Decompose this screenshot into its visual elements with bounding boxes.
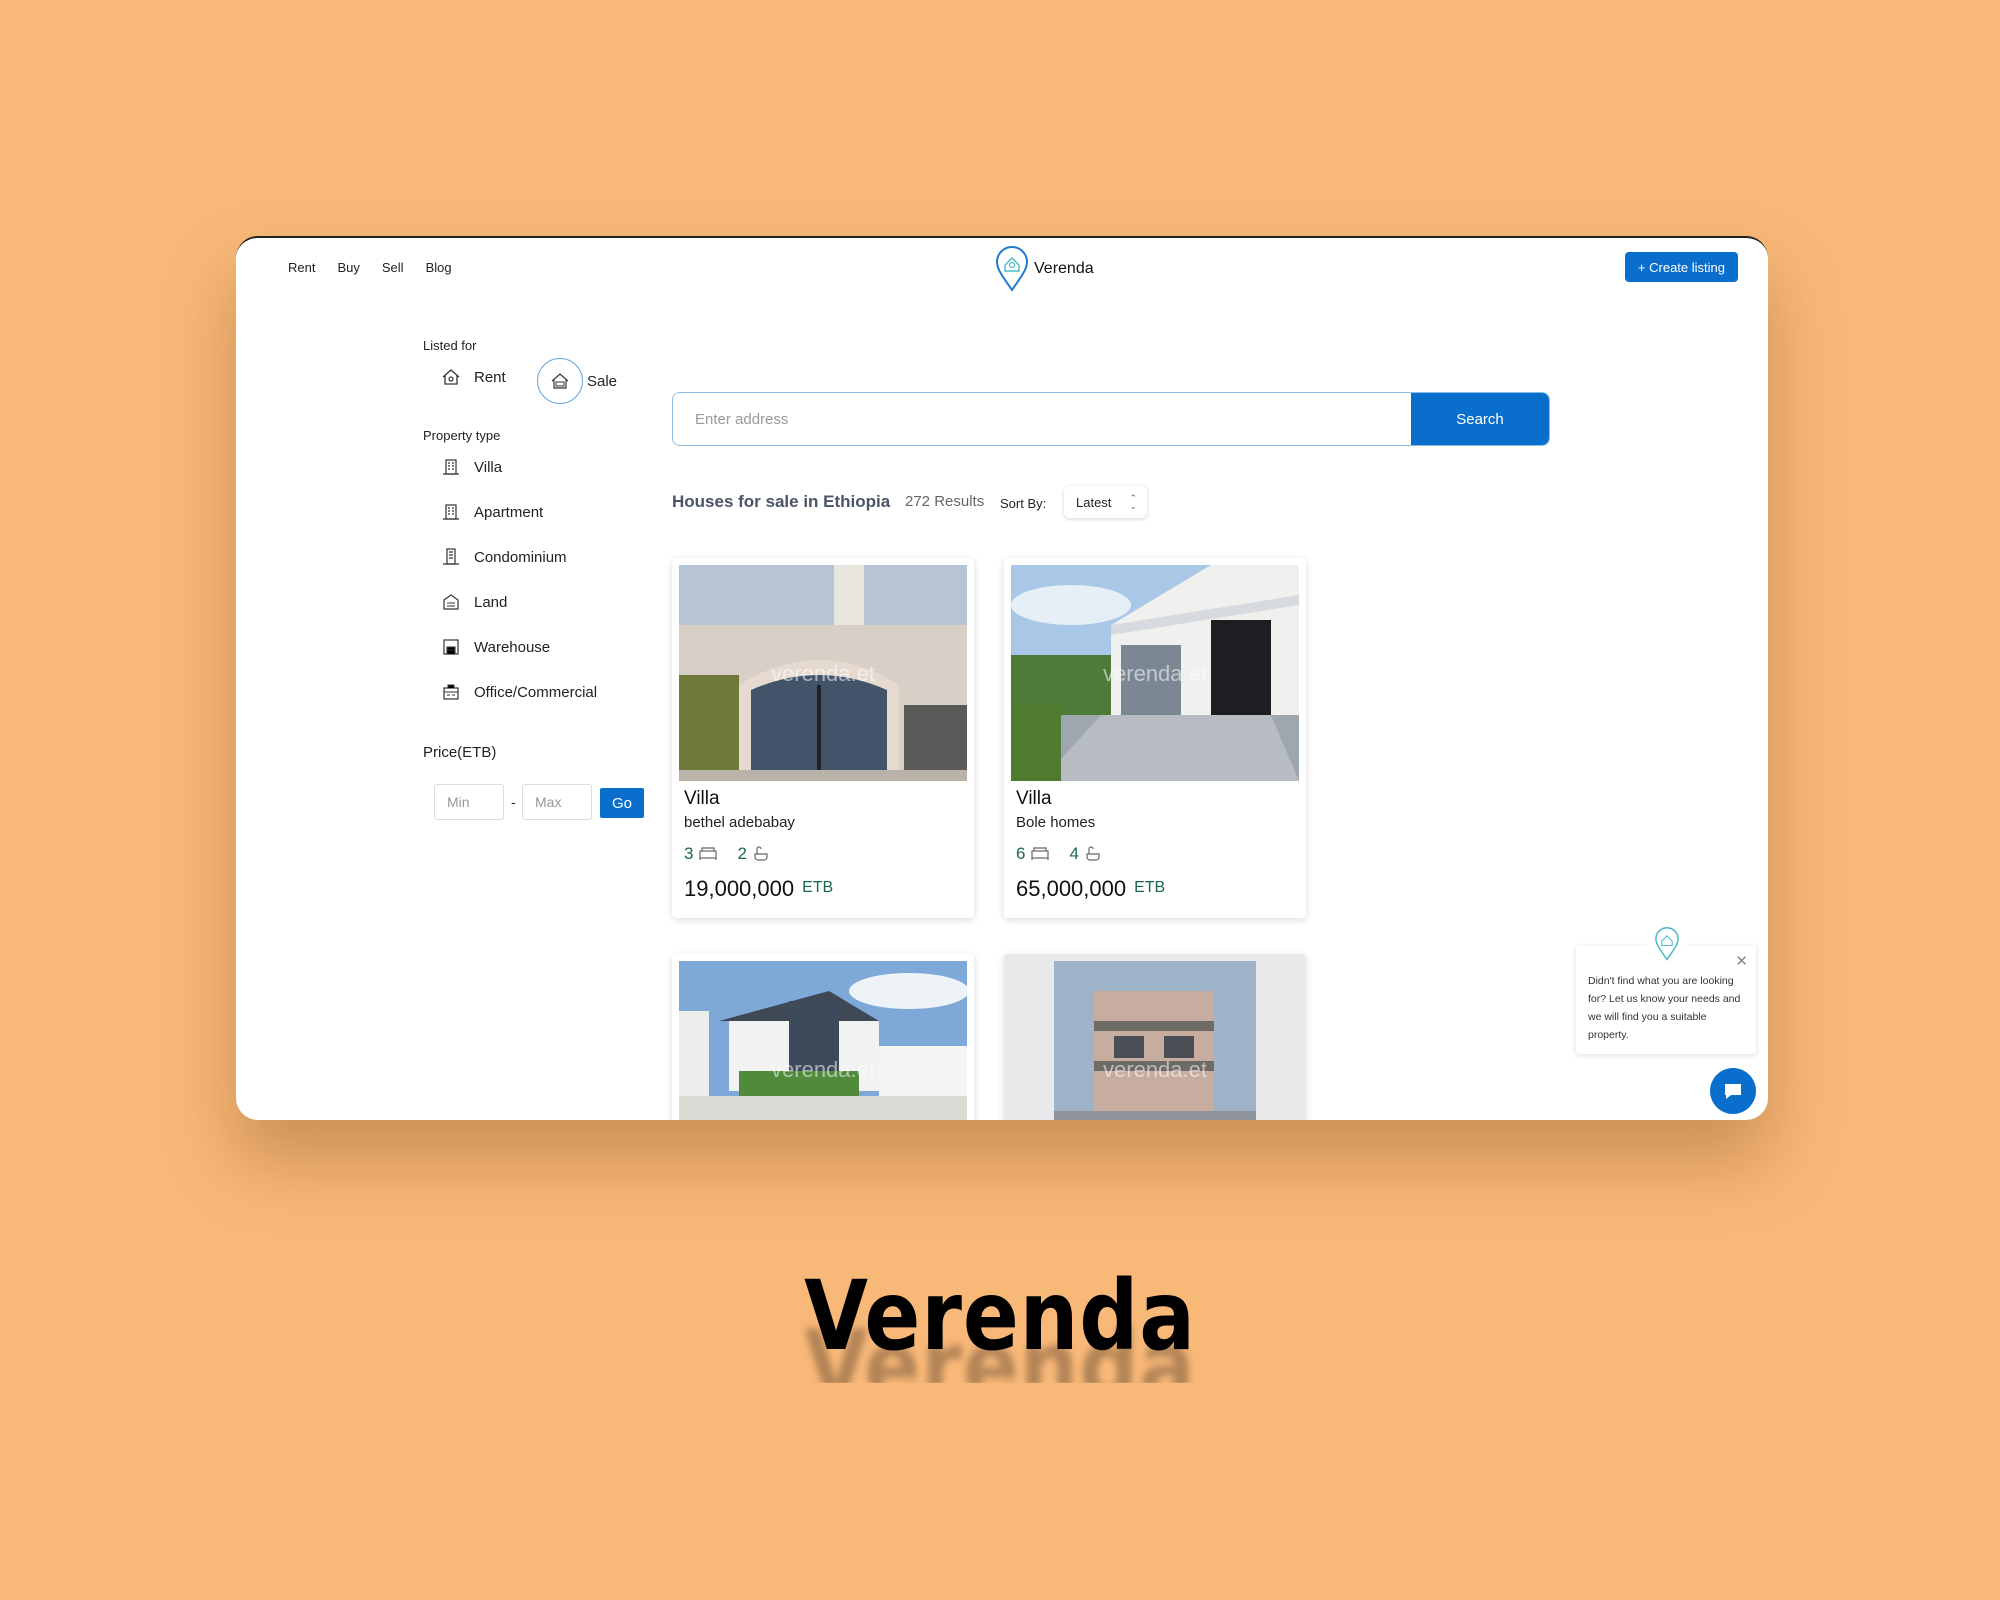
sort-by-label: Sort By: [1000,496,1047,511]
warehouse-label: Warehouse [474,638,551,656]
price-amount: 65,000,000 [1016,876,1127,901]
location-pin-logo-icon [995,246,1029,292]
listing-card[interactable]: verenda.et [1004,954,1306,1120]
create-listing-button[interactable]: + Create listing [1624,252,1738,282]
bed-count: 6 [1016,844,1026,863]
sale-option-label: Sale [587,372,618,390]
brand-logo[interactable]: Verenda [994,246,1094,292]
close-icon[interactable]: ✕ [1735,952,1748,970]
listing-card[interactable]: verenda.et Villa bethel adebabay 3 2 19,… [672,558,974,918]
listing-features: 6 4 [1016,844,1101,864]
property-type-warehouse[interactable]: Warehouse [440,636,550,658]
listing-type: Villa [1016,788,1052,809]
nav-blog-link[interactable]: Blog [426,260,452,275]
listing-card[interactable]: verenda.et Villa Bole homes 6 4 65,000,0… [1004,558,1306,918]
listing-price: 65,000,000 ETB [1016,876,1165,902]
apartment-label: Apartment [474,503,544,521]
bath-icon [1086,846,1100,861]
brand-name: Verenda [1034,260,1094,277]
listing-watermark: verenda.et [1103,1057,1207,1082]
property-type-condominium[interactable]: Condominium [440,546,567,568]
bed-icon [699,847,718,860]
results-count: 272 Results [905,493,985,510]
condominium-label: Condominium [474,548,567,566]
search-button[interactable]: Search [1411,393,1549,445]
nav-rent-link[interactable]: Rent [288,260,315,275]
apartment-icon [440,501,462,523]
min-price-input[interactable]: Min [434,784,504,820]
bed-icon [1031,847,1050,860]
sort-arrows-icon: ⌃ ⌄ [1129,493,1137,511]
property-type-office[interactable]: Office/Commercial [440,681,597,703]
listing-watermark: verenda.et [1103,661,1207,686]
villa-label: Villa [474,458,503,476]
nav-buy-link[interactable]: Buy [337,260,359,275]
listed-for-sale-option[interactable]: Sale [537,358,617,404]
land-label: Land [474,593,508,611]
listed-for-rent-option[interactable]: Rent [440,366,506,388]
bath-count: 4 [1069,844,1079,863]
listing-watermark: verenda.et [771,661,875,686]
warehouse-icon [440,636,462,658]
browser-frame: Rent Buy Sell Blog Verenda + Create list… [236,236,1768,1120]
rent-option-label: Rent [474,368,506,386]
listing-owner: Bole homes [1016,814,1096,831]
villa-icon [440,456,462,478]
nav-sell-link[interactable]: Sell [382,260,404,275]
listing-owner: bethel adebabay [684,814,795,831]
price-separator: - [511,794,516,810]
price-currency: ETB [802,879,834,896]
top-nav: Rent Buy Sell Blog [288,260,452,275]
address-search-bar: Search [672,392,1550,446]
max-price-input[interactable]: Max [522,784,592,820]
listing-photo: verenda.et [679,565,967,781]
listed-for-label: Listed for [423,338,477,353]
price-amount: 19,000,000 [684,876,795,901]
popup-logo-icon [1647,924,1687,964]
hero-title-reflection: Verenda [804,1310,1196,1422]
popup-message: Didn't find what you are looking for? Le… [1588,975,1741,1041]
price-label: Price(ETB) [423,744,497,761]
price-go-button[interactable]: Go [600,788,644,818]
listing-photo: verenda.et [1054,961,1256,1120]
sort-select[interactable]: Latest ⌃ ⌄ [1064,486,1147,518]
listing-photo: verenda.et [1011,565,1299,781]
listing-type: Villa [684,788,720,809]
property-type-villa[interactable]: Villa [440,456,502,478]
listing-watermark: verenda.et [771,1057,875,1082]
house-key-icon [440,366,462,388]
office-icon [440,681,462,703]
sort-value: Latest [1076,494,1112,510]
condominium-icon [440,546,462,568]
bath-count: 2 [737,844,747,863]
bath-icon [754,846,768,861]
property-type-label: Property type [423,428,501,443]
chat-bubble-icon [1725,1084,1741,1099]
property-type-land[interactable]: Land [440,591,507,613]
bed-count: 3 [684,844,694,863]
property-type-apartment[interactable]: Apartment [440,501,543,523]
house-sale-icon [537,358,583,404]
office-label: Office/Commercial [474,683,598,701]
help-popup: ✕ Didn't find what you are looking for? … [1576,924,1756,1054]
listing-features: 3 2 [684,844,769,864]
chat-button[interactable] [1710,1068,1756,1114]
price-currency: ETB [1134,879,1166,896]
land-icon [440,591,462,613]
listing-photo: verenda.et [679,961,967,1120]
address-search-input[interactable] [673,393,1411,445]
listing-card[interactable]: verenda.et [672,954,974,1120]
results-title: Houses for sale in Ethiopia [672,492,891,511]
listing-price: 19,000,000 ETB [684,876,833,902]
